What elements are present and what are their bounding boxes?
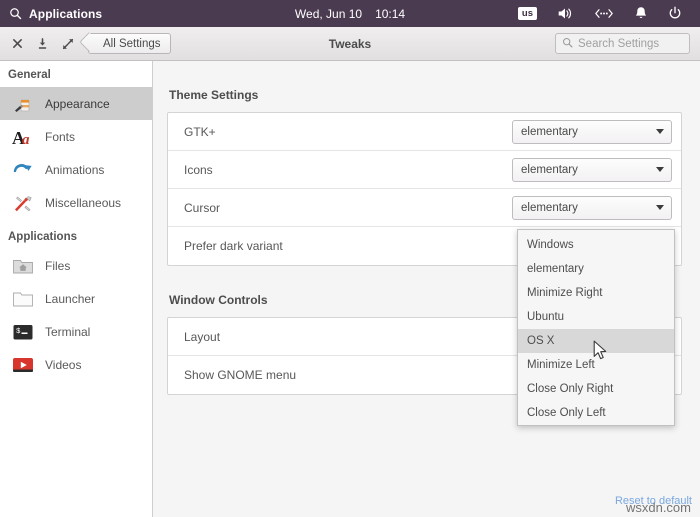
chevron-down-icon (656, 205, 664, 210)
dropdown-option-label: Close Only Right (527, 383, 614, 395)
svg-text:$: $ (16, 328, 21, 336)
swiss-knife-icon (11, 191, 35, 215)
combobox-value: elementary (521, 125, 578, 138)
play-button-icon (11, 353, 35, 377)
dropdown-option-close-only-left[interactable]: Close Only Left (518, 401, 674, 425)
close-icon[interactable] (11, 37, 24, 50)
dropdown-option-windows[interactable]: Windows (518, 233, 674, 257)
folder-icon (11, 287, 35, 311)
window-controls-layout-dropdown[interactable]: Windows elementary Minimize Right Ubuntu… (517, 229, 675, 426)
watermark-text: wsxdn.com (625, 500, 691, 515)
sidebar-item-animations[interactable]: Animations (0, 153, 152, 186)
curved-arrow-icon (11, 158, 35, 182)
search-input[interactable]: Search Settings (555, 33, 690, 54)
dropdown-option-label: elementary (527, 263, 584, 275)
system-tray: us (508, 0, 700, 27)
keyboard-layout-indicator[interactable]: us (508, 0, 547, 27)
settings-sidebar: General Appearance A a Fonts Animations … (0, 61, 153, 517)
bell-icon[interactable] (624, 0, 658, 27)
icons-theme-combobox[interactable]: elementary (512, 157, 672, 182)
panel-date: Wed, Jun 10 (294, 6, 363, 21)
sidebar-item-launcher[interactable]: Launcher (0, 282, 152, 315)
sidebar-item-appearance[interactable]: Appearance (0, 87, 152, 120)
dropdown-option-label: Close Only Left (527, 407, 606, 419)
dropdown-option-minimize-left[interactable]: Minimize Left (518, 353, 674, 377)
home-folder-icon (11, 254, 35, 278)
dropdown-option-close-only-right[interactable]: Close Only Right (518, 377, 674, 401)
dropdown-option-label: Minimize Right (527, 287, 603, 299)
power-icon[interactable] (658, 0, 692, 27)
sidebar-item-terminal[interactable]: $ Terminal (0, 315, 152, 348)
dropdown-option-os-x[interactable]: OS X (518, 329, 674, 353)
sidebar-item-miscellaneous[interactable]: Miscellaneous (0, 186, 152, 219)
search-placeholder: Search Settings (578, 37, 660, 50)
row-label: Icons (184, 162, 213, 177)
search-icon (562, 37, 573, 51)
window-control-buttons (0, 37, 74, 50)
sidebar-item-label: Terminal (45, 324, 91, 339)
dropdown-option-elementary[interactable]: elementary (518, 257, 674, 281)
sidebar-item-videos[interactable]: Videos (0, 348, 152, 381)
sidebar-heading-general: General (8, 69, 51, 81)
combobox-value: elementary (521, 163, 578, 176)
network-icon[interactable] (584, 0, 624, 27)
font-aa-icon: A a (11, 125, 35, 149)
desktop-screen: Applications Wed, Jun 10 10:14 us All Se… (0, 0, 700, 517)
chevron-down-icon (656, 167, 664, 172)
panel-time: 10:14 (375, 6, 406, 21)
terminal-icon: $ (11, 320, 35, 344)
row-cursor: Cursor elementary (168, 189, 681, 227)
dropdown-option-label: Ubuntu (527, 311, 565, 323)
keyboard-layout-label: us (517, 7, 537, 20)
row-label: Cursor (184, 200, 221, 215)
window-titlebar: All Settings Tweaks Search Settings (0, 27, 700, 61)
row-gtk: GTK+ elementary (168, 113, 681, 151)
applications-menu-label: Applications (29, 6, 103, 21)
chevron-down-icon (656, 129, 664, 134)
row-icons: Icons elementary (168, 151, 681, 189)
dropdown-option-label: OS X (527, 335, 555, 347)
maximize-icon[interactable] (61, 37, 74, 50)
sidebar-item-label: Appearance (45, 96, 110, 111)
sidebar-item-fonts[interactable]: A a Fonts (0, 120, 152, 153)
sidebar-item-label: Files (45, 258, 71, 273)
gtk-theme-combobox[interactable]: elementary (512, 119, 672, 144)
row-label: Prefer dark variant (184, 239, 283, 253)
settings-main-panel: Theme Settings GTK+ elementary Icons ele… (154, 61, 700, 517)
search-icon (9, 7, 22, 20)
sidebar-item-label: Miscellaneous (45, 195, 122, 210)
all-settings-back-button[interactable]: All Settings (88, 33, 171, 54)
dropdown-option-minimize-right[interactable]: Minimize Right (518, 281, 674, 305)
row-label: Show GNOME menu (184, 368, 297, 382)
sidebar-item-label: Fonts (45, 129, 76, 144)
sidebar-heading-applications: Applications (8, 231, 78, 243)
row-label: GTK+ (184, 124, 216, 139)
combobox-value: elementary (521, 201, 578, 214)
sidebar-item-label: Launcher (45, 291, 96, 306)
cursor-theme-combobox[interactable]: elementary (512, 195, 672, 220)
svg-text:a: a (22, 132, 30, 148)
dropdown-option-label: Windows (527, 239, 574, 251)
dropdown-option-ubuntu[interactable]: Ubuntu (518, 305, 674, 329)
section-title-theme-settings: Theme Settings (169, 88, 259, 102)
volume-icon[interactable] (547, 0, 584, 27)
minimize-icon[interactable] (36, 37, 49, 50)
sidebar-item-label: Animations (45, 162, 105, 177)
paintbrush-icon (11, 92, 35, 116)
sidebar-item-label: Videos (45, 357, 82, 372)
all-settings-label: All Settings (103, 37, 161, 50)
system-top-panel: Applications Wed, Jun 10 10:14 us (0, 0, 700, 27)
applications-menu-button[interactable]: Applications (0, 7, 102, 21)
dropdown-option-label: Minimize Left (527, 359, 595, 371)
sidebar-item-files[interactable]: Files (0, 249, 152, 282)
row-label: Layout (184, 329, 221, 344)
